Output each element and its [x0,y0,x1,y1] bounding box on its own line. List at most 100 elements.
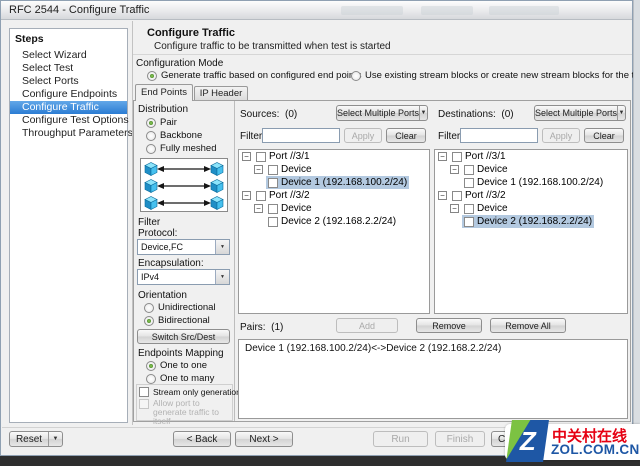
tree-label: Port //3/2 [465,190,506,201]
radio-pair[interactable]: Pair [146,117,177,128]
tree-checkbox[interactable] [256,152,266,162]
tree-checkbox[interactable] [256,191,266,201]
step-configure-test-options[interactable]: Configure Test Options [10,114,127,127]
expander-icon[interactable]: − [438,152,447,161]
expander-icon[interactable]: − [242,152,251,161]
tree-label: Device 2 (192.168.2.2/24) [477,216,592,227]
tree-row-port[interactable]: − Port //3/2 [435,189,627,202]
step-select-ports[interactable]: Select Ports [10,75,127,88]
destinations-select-multiple-ports-button[interactable]: Select Multiple Ports ▼ [534,105,626,121]
checkbox-allow-self[interactable]: Allow port to generate traffic to itself [139,399,229,426]
radio-generate-traffic[interactable]: Generate traffic based on configured end… [147,70,362,81]
split-arrow-icon[interactable]: ▼ [617,106,625,120]
run-button[interactable]: Run [373,431,428,447]
expander-icon[interactable]: − [242,191,251,200]
tree-checkbox[interactable] [452,191,462,201]
encapsulation-dropdown[interactable]: IPv4 ▼ [137,269,230,285]
dropdown-button[interactable]: ▼ [215,270,229,284]
tree-checkbox[interactable] [464,217,474,227]
step-configure-traffic[interactable]: Configure Traffic [10,101,127,114]
tree-checkbox[interactable] [464,204,474,214]
tree-row-device1[interactable]: Device 1 (192.168.100.2/24) [239,176,429,189]
tree-row-device-group[interactable]: − Device [435,163,627,176]
expander-icon[interactable]: − [450,204,459,213]
radio-fully-meshed-label: Fully meshed [160,143,217,154]
expander-icon[interactable]: − [254,165,263,174]
step-select-test[interactable]: Select Test [10,62,127,75]
destinations-filter-input[interactable] [460,128,538,143]
pair-list-item[interactable]: Device 1 (192.168.100.2/24)<->Device 2 (… [239,340,627,354]
tree-checkbox[interactable] [464,178,474,188]
expander-icon[interactable]: − [254,204,263,213]
back-button[interactable]: < Back [173,431,231,447]
protocol-dropdown[interactable]: Device,FC ▼ [137,239,230,255]
dropdown-button[interactable]: ▼ [215,240,229,254]
step-configure-endpoints[interactable]: Configure Endpoints [10,88,127,101]
tree-row-device-group[interactable]: − Device [239,202,429,215]
tree-checkbox[interactable] [268,217,278,227]
tree-row-device-group[interactable]: − Device [239,163,429,176]
tab-ip-header[interactable]: IP Header [194,86,248,101]
radio-bidirectional-label: Bidirectional [158,315,210,326]
pairs-remove-all-button[interactable]: Remove All [490,318,566,333]
checkbox-stream-only[interactable]: Stream only generation [139,387,241,397]
radio-pair-label: Pair [160,117,177,128]
tree-row-port[interactable]: − Port //3/1 [239,150,429,163]
radio-on-icon [147,71,157,81]
sources-label: Sources: (0) [240,109,297,120]
next-button[interactable]: Next > [235,431,293,447]
title-bar[interactable]: RFC 2544 - Configure Traffic [1,1,632,20]
destinations-clear-button[interactable]: Clear [584,128,624,143]
tree-checkbox[interactable] [464,165,474,175]
end-points-tab-content: Distribution Pair Backbone Fully meshed [133,100,631,422]
tree-row-device2[interactable]: Device 2 (192.168.2.2/24) [435,215,627,228]
radio-unidirectional[interactable]: Unidirectional [144,302,216,313]
divider [234,101,235,421]
main-panel: Configure Traffic Configure traffic to b… [132,21,632,425]
sources-apply-button[interactable]: Apply [344,128,382,143]
radio-one-to-one[interactable]: One to one [146,360,207,371]
watermark-site-url: ZOL.COM.CN [551,442,640,457]
tree-row-port[interactable]: − Port //3/2 [239,189,429,202]
tree-row-device2[interactable]: Device 2 (192.168.2.2/24) [239,215,429,228]
configuration-mode-label: Configuration Mode [136,58,223,69]
sources-tree: − Port //3/1 − Device Device 1 (192.168.… [238,149,430,314]
step-throughput-parameters[interactable]: Throughput Parameters [10,127,127,140]
tree-row-port[interactable]: − Port //3/1 [435,150,627,163]
expander-icon[interactable]: − [450,165,459,174]
step-select-wizard[interactable]: Select Wizard [10,49,127,62]
finish-button[interactable]: Finish [435,431,485,447]
radio-existing-streams[interactable]: Use existing stream blocks or create new… [351,70,640,81]
select-multiple-ports-label: Select Multiple Ports [535,108,617,118]
switch-src-dest-button[interactable]: Switch Src/Dest [137,329,230,344]
radio-bidirectional[interactable]: Bidirectional [144,315,210,326]
tree-row-device-group[interactable]: − Device [435,202,627,215]
reset-button[interactable]: Reset ▼ [9,431,63,447]
radio-backbone[interactable]: Backbone [146,130,202,141]
radio-one-to-many[interactable]: One to many [146,373,214,384]
destinations-apply-button[interactable]: Apply [542,128,580,143]
tree-checkbox[interactable] [268,165,278,175]
split-arrow-icon[interactable]: ▼ [48,432,62,446]
tree-checkbox[interactable] [452,152,462,162]
tree-row-device1[interactable]: Device 1 (192.168.100.2/24) [435,176,627,189]
radio-fully-meshed[interactable]: Fully meshed [146,143,217,154]
tab-end-points[interactable]: End Points [135,84,193,101]
reset-label: Reset [10,434,48,445]
sources-filter-input[interactable] [262,128,340,143]
rfc2544-wizard-window: RFC 2544 - Configure Traffic Steps Selec… [0,0,633,456]
pairs-add-button[interactable]: Add [336,318,398,333]
tree-label: Device 1 (192.168.100.2/24) [477,177,603,188]
sources-clear-button[interactable]: Clear [386,128,426,143]
tree-checkbox[interactable] [268,204,278,214]
pairs-remove-button[interactable]: Remove [416,318,482,333]
pairs-count: (1) [271,322,283,333]
split-arrow-icon[interactable]: ▼ [419,106,427,120]
dropdown-arrow-icon: ▼ [220,274,225,280]
expander-icon[interactable]: − [438,191,447,200]
radio-off-icon [146,131,156,141]
radio-off-icon [146,144,156,154]
tree-checkbox[interactable] [268,178,278,188]
sources-select-multiple-ports-button[interactable]: Select Multiple Ports ▼ [336,105,428,121]
divider [133,54,632,55]
